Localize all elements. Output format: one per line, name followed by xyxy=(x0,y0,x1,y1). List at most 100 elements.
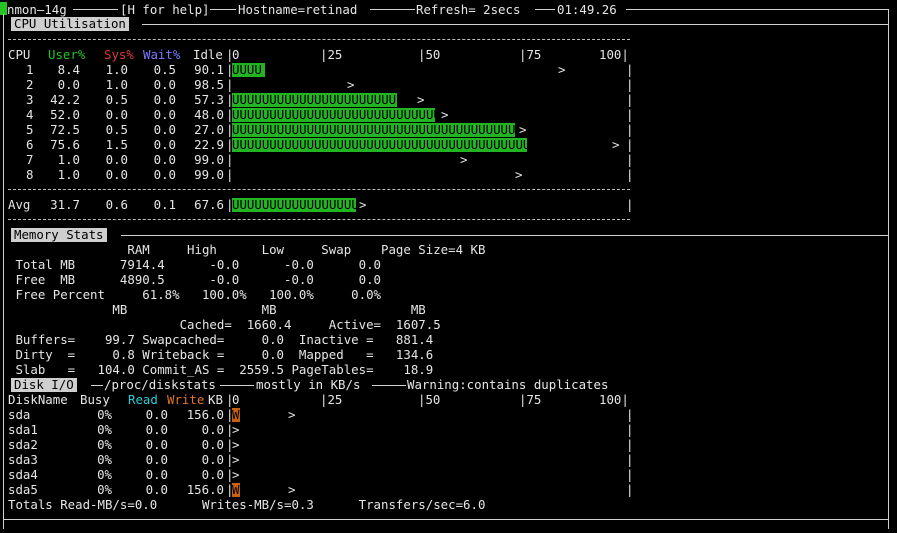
cpu-idle-value: 98.5 xyxy=(194,77,224,92)
cpu-sys-value: 1.0 xyxy=(105,77,128,92)
cpu-peak-marker: > xyxy=(460,152,468,167)
cpu-wait-value: 0.1 xyxy=(153,197,176,212)
idle-col-header: Idle xyxy=(193,47,223,62)
scale-0: 0 xyxy=(232,47,240,62)
cpu-idle-value: 99.0 xyxy=(194,152,224,167)
cpu-user-value: 8.4 xyxy=(57,62,80,77)
cpu-sys-value: 1.5 xyxy=(105,137,128,152)
diskname-col-header: DiskName xyxy=(8,392,68,407)
scale-25: |25 xyxy=(320,47,343,62)
cpu-sys-value: 1.0 xyxy=(105,62,128,77)
cpu-id: 4 xyxy=(26,107,34,122)
cpu-peak-marker: > xyxy=(515,167,523,182)
cpu-section-title: CPU Utilisation xyxy=(11,17,129,31)
memory-stat-line: Cached= 1660.4 Active= 1607.5 xyxy=(8,317,441,332)
cpu-sys-value: 0.0 xyxy=(105,167,128,182)
disk-scale-75: |75 xyxy=(519,392,542,407)
disk-peak-marker: > xyxy=(232,422,240,437)
disk-name: sda4 xyxy=(8,467,38,482)
disk-write: 0.0 xyxy=(201,467,224,482)
cpu-sys-value: 0.0 xyxy=(105,107,128,122)
disk-busy: 0% xyxy=(97,422,112,437)
cpu-wait-value: 0.0 xyxy=(153,167,176,182)
cpu-usage-bar: UUUUUUUUUUUUUUUUUUUUUUUUUUUUUUUUUUUUUUUU xyxy=(232,138,527,152)
disk-totals: Totals Read-MB/s=0.0 Writes-MB/s=0.3 Tra… xyxy=(8,497,486,512)
disk-read: 0.0 xyxy=(145,437,168,452)
disk-busy: 0% xyxy=(97,482,112,497)
cpu-usage-bar: UUUUUUUUUUUUUUUUU xyxy=(232,198,356,212)
cpu-id: 5 xyxy=(26,122,34,137)
memory-stat-line: Buffers= 99.7 Swapcached= 0.0 Inactive =… xyxy=(8,332,434,347)
memory-stat-line: MB MB MB xyxy=(8,302,426,317)
cpu-peak-marker: > xyxy=(417,92,425,107)
write-col-header: Write xyxy=(167,392,205,407)
cpu-idle-value: 27.0 xyxy=(194,122,224,137)
user-col-header: User% xyxy=(48,47,86,62)
cpu-usage-bar: UUUUUUUUUUUUUUUUUUUUUUUUUUUUUUUUUUUUUUU xyxy=(232,123,515,137)
scale-75: |75 xyxy=(519,47,542,62)
cpu-peak-marker: > xyxy=(612,137,620,152)
cpu-id: 3 xyxy=(26,92,34,107)
disk-write: 0.0 xyxy=(201,437,224,452)
cpu-peak-marker: > xyxy=(359,197,367,212)
disk-busy: 0% xyxy=(97,437,112,452)
cpu-sys-value: 0.0 xyxy=(105,152,128,167)
disk-name: sda xyxy=(8,407,31,422)
disk-scale-50: |50 xyxy=(418,392,441,407)
hostname: Hostname=retinad xyxy=(238,2,358,17)
cpu-peak-marker: > xyxy=(441,107,449,122)
cpu-user-value: 72.5 xyxy=(50,122,80,137)
cpu-wait-value: 0.0 xyxy=(153,137,176,152)
cpu-user-value: 1.0 xyxy=(57,167,80,182)
disk-write: 0.0 xyxy=(201,452,224,467)
memory-stat-line: Dirty = 0.8 Writeback = 0.0 Mapped = 134… xyxy=(8,347,434,362)
scale-50: |50 xyxy=(418,47,441,62)
disk-read: 0.0 xyxy=(145,407,168,422)
disk-peak-marker: > xyxy=(232,467,240,482)
cpu-id: 8 xyxy=(26,167,34,182)
cpu-wait-value: 0.0 xyxy=(153,77,176,92)
disk-read: 0.0 xyxy=(145,467,168,482)
cpu-idle-value: 99.0 xyxy=(194,167,224,182)
disk-busy: 0% xyxy=(97,452,112,467)
disk-peak-marker: > xyxy=(288,407,296,422)
cpu-peak-marker: > xyxy=(347,77,355,92)
cpu-peak-marker: > xyxy=(558,62,566,77)
disk-write: 156.0 xyxy=(186,482,224,497)
memory-stat-line: Free MB 4890.5 -0.0 -0.0 0.0 xyxy=(8,272,381,287)
cpu-wait-value: 0.0 xyxy=(153,122,176,137)
disk-read: 0.0 xyxy=(145,422,168,437)
cpu-col-header: CPU xyxy=(8,47,31,62)
disk-read: 0.0 xyxy=(145,482,168,497)
cpu-usage-bar: UUUU xyxy=(232,63,265,77)
left-border xyxy=(3,14,4,529)
cpu-wait-value: 0.5 xyxy=(153,62,176,77)
disk-scale-100: 100| xyxy=(599,392,629,407)
disk-write-bar: W xyxy=(232,482,240,497)
disk-write-bar: W xyxy=(232,407,240,422)
cpu-user-value: 0.0 xyxy=(57,77,80,92)
disk-name: sda3 xyxy=(8,452,38,467)
disk-warning: Warning:contains duplicates xyxy=(407,377,609,392)
sys-col-header: Sys% xyxy=(104,47,134,62)
cpu-wait-value: 0.0 xyxy=(153,152,176,167)
read-col-header: Read xyxy=(128,392,158,407)
cpu-usage-bar: UUUUUUUUUUUUUUUUUUUUUU xyxy=(232,93,397,107)
memory-stat-line: Slab = 104.0 Commit_AS = 2559.5 PageTabl… xyxy=(8,362,434,377)
clock: 01:49.26 xyxy=(557,2,617,17)
cpu-sys-value: 0.6 xyxy=(105,197,128,212)
disk-write: 0.0 xyxy=(201,422,224,437)
disk-scale-0: 0 xyxy=(232,392,240,407)
program-name: nmon—14g xyxy=(7,2,67,17)
cpu-user-value: 1.0 xyxy=(57,152,80,167)
refresh-rate: Refresh= 2secs xyxy=(416,2,521,17)
cpu-user-value: 52.0 xyxy=(50,107,80,122)
cpu-id: 7 xyxy=(26,152,34,167)
memory-header: RAM High Low Swap Page Size=4 KB xyxy=(8,242,486,257)
disk-busy: 0% xyxy=(97,407,112,422)
cpu-sys-value: 0.5 xyxy=(105,122,128,137)
cpu-idle-value: 67.6 xyxy=(194,197,224,212)
disk-name: sda1 xyxy=(8,422,38,437)
disk-name: sda2 xyxy=(8,437,38,452)
cpu-wait-value: 0.0 xyxy=(153,107,176,122)
